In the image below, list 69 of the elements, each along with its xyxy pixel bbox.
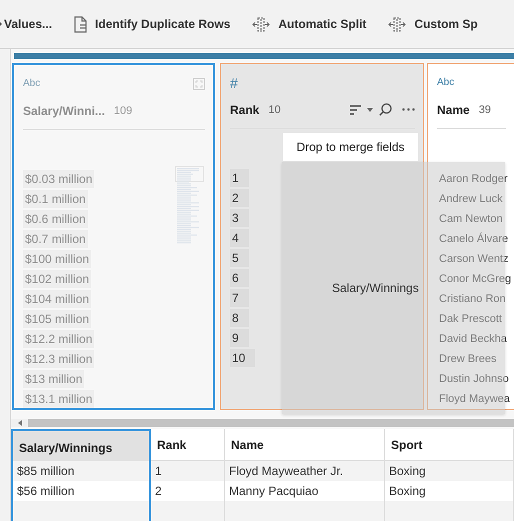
table-cell: 1	[151, 461, 225, 481]
field-value[interactable]: $104 million	[23, 290, 92, 308]
toolbar-button[interactable]: Identify Duplicate Rows	[74, 16, 230, 32]
field-value[interactable]: 2	[230, 188, 249, 207]
drop-tooltip: Drop to merge fields	[283, 133, 418, 161]
scroll-left-icon[interactable]	[18, 420, 22, 426]
document-icon	[74, 16, 88, 32]
expand-icon	[193, 78, 205, 90]
scrollbar[interactable]	[11, 418, 514, 427]
field-name: Salary/Winni...	[23, 104, 105, 118]
type-label: Abc	[23, 78, 40, 90]
field-value[interactable]: David Beckha	[437, 330, 509, 348]
field-value[interactable]: 4	[230, 228, 249, 247]
toolbar-button[interactable]: Custom Sp	[388, 16, 478, 32]
field-value[interactable]: $13 million	[23, 370, 84, 388]
field-value[interactable]: Conor McGreg	[437, 270, 514, 288]
field-value[interactable]: Dustin Johnso	[437, 370, 511, 388]
field-value[interactable]: $0.1 million	[23, 190, 88, 208]
table-cell: $85 million	[11, 461, 151, 481]
column-header[interactable]: Name	[225, 429, 385, 461]
profile-card[interactable]: Abc Salary/Winni... 109 $0.03 million $0.1 million $0.6 million $0.7 million $100 million $102 million $104 million $105 million $12.2 million $12.3 million $13 million $13.1 million	[12, 62, 215, 410]
field-value[interactable]: $0.6 million	[23, 210, 88, 228]
field-value[interactable]: Floyd Maywea	[437, 390, 512, 408]
split-icon	[388, 16, 406, 32]
column-header[interactable]: Rank	[151, 429, 225, 461]
field-value[interactable]: Cam Newton	[437, 210, 505, 228]
field-value[interactable]: Drew Brees	[437, 350, 498, 368]
ghost-label: Salary/Winnings	[332, 281, 419, 295]
field-value[interactable]: 7	[230, 288, 249, 307]
field-name: Name	[437, 102, 470, 117]
sort-icon[interactable]	[350, 104, 361, 115]
field-value[interactable]: 3	[230, 208, 249, 227]
toolbar-button[interactable]: Values...	[0, 17, 52, 31]
more-icon[interactable]	[402, 108, 415, 112]
field-value[interactable]: Canelo Álvare	[437, 230, 510, 248]
field-count: 109	[114, 104, 132, 117]
field-value[interactable]: Aaron Rodger	[437, 170, 510, 188]
field-value[interactable]: 5	[230, 248, 249, 267]
field-value[interactable]: Carson Wentz	[437, 250, 510, 268]
field-name: Rank	[230, 102, 260, 117]
field-value[interactable]: 6	[230, 268, 249, 287]
field-value[interactable]: 8	[230, 308, 249, 327]
caret-icon[interactable]	[367, 108, 373, 112]
field-value[interactable]: 1	[230, 168, 249, 187]
field-count: 10	[268, 104, 281, 116]
field-value[interactable]: Andrew Luck	[437, 190, 505, 208]
field-value[interactable]: $0.03 million	[23, 170, 94, 188]
field-value[interactable]: $102 million	[23, 270, 92, 288]
toolbar-button[interactable]: Automatic Split	[252, 16, 366, 32]
column-header[interactable]: Salary/Winnings	[11, 429, 151, 461]
search-icon[interactable]	[379, 103, 392, 116]
field-value[interactable]: $12.2 million	[23, 330, 94, 348]
table-cell: Boxing	[385, 461, 514, 481]
field-value[interactable]: Dak Prescott	[437, 310, 504, 328]
field-value[interactable]: Cristiano Ron	[437, 290, 508, 308]
field-count: 39	[478, 104, 491, 116]
split-icon	[252, 16, 270, 32]
field-value[interactable]: $100 million	[23, 250, 92, 268]
field-value[interactable]: $105 million	[23, 310, 92, 328]
type-label: #	[230, 74, 238, 91]
field-value[interactable]: 9	[230, 328, 249, 347]
column-header[interactable]: Sport	[385, 429, 514, 461]
field-value[interactable]: 10	[230, 348, 256, 367]
type-label: Abc	[437, 77, 454, 88]
field-value[interactable]: $13.1 million	[23, 390, 94, 408]
field-value[interactable]: $12.3 million	[23, 350, 94, 368]
field-value[interactable]: $0.7 million	[23, 230, 88, 248]
profile-card[interactable]: Abc Name 39 Aaron Rodger Andrew Luck Cam Newton Canelo Álvare Carson Wentz Conor McGreg Cristiano Ron Dak Prescott David Beckha Drew Brees Dustin Johnso Floyd Maywea	[427, 62, 514, 410]
table-cell: Floyd Mayweather Jr.	[225, 461, 385, 481]
